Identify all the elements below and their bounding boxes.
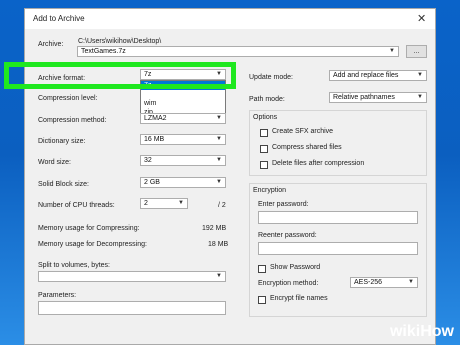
archive-label: Archive:	[38, 41, 64, 48]
mem-compress-value: 192 MB	[202, 225, 227, 232]
split-combo[interactable]: ▼	[38, 271, 226, 282]
close-icon[interactable]: ✕	[417, 12, 426, 25]
chevron-down-icon: ▼	[216, 136, 222, 142]
encryption-method-value: AES-256	[354, 279, 383, 286]
archive-name-combo[interactable]: TextGames.7z ▼	[77, 46, 399, 57]
chevron-down-icon: ▼	[408, 279, 414, 285]
mem-compress-label: Memory usage for Compressing:	[38, 225, 140, 232]
compression-level-label: Compression level:	[38, 95, 98, 102]
chevron-down-icon: ▼	[178, 200, 184, 206]
dictionary-size-combo[interactable]: 16 MB ▼	[140, 134, 226, 145]
cpu-threads-combo[interactable]: 2 ▼	[140, 198, 188, 209]
dialog-title: Add to Archive	[33, 14, 85, 23]
parameters-input[interactable]	[38, 301, 226, 315]
reenter-password-input[interactable]	[258, 242, 418, 255]
path-mode-combo[interactable]: Relative pathnames ▼	[329, 92, 427, 103]
title-bar: Add to Archive ✕	[25, 9, 435, 29]
watermark-how: How	[420, 323, 454, 340]
cpu-threads-value: 2	[144, 200, 148, 207]
watermark-wiki: wiki	[389, 323, 421, 340]
word-size-label: Word size:	[38, 159, 71, 166]
chevron-down-icon: ▼	[389, 48, 395, 54]
delete-checkbox[interactable]	[260, 161, 268, 169]
word-size-value: 32	[144, 157, 152, 164]
path-mode-label: Path mode:	[249, 96, 285, 103]
reenter-password-label: Reenter password:	[258, 232, 317, 239]
sfx-checkbox[interactable]	[260, 129, 268, 137]
mem-decompress-value: 18 MB	[208, 241, 229, 248]
compression-method-combo[interactable]: LZMA2 ▼	[140, 113, 226, 124]
format-option-wim[interactable]: wim	[144, 100, 156, 107]
archive-name-value: TextGames.7z	[81, 48, 126, 55]
cpu-threads-max: / 2	[218, 202, 226, 209]
options-title: Options	[253, 114, 278, 121]
shared-label: Compress shared files	[272, 144, 342, 151]
solid-block-value: 2 GB	[144, 179, 160, 186]
chevron-down-icon: ▼	[216, 273, 222, 279]
archive-path: C:\Users\wikihow\Desktop\	[78, 38, 162, 45]
show-password-label: Show Password	[270, 264, 321, 271]
word-size-combo[interactable]: 32 ▼	[140, 155, 226, 166]
show-password-checkbox[interactable]	[258, 265, 266, 273]
dictionary-size-value: 16 MB	[144, 136, 165, 143]
chevron-down-icon: ▼	[417, 94, 423, 100]
path-mode-value: Relative pathnames	[333, 94, 395, 101]
encryption-method-combo[interactable]: AES-256 ▼	[350, 277, 418, 288]
delete-label: Delete files after compression	[272, 160, 365, 167]
update-mode-label: Update mode:	[249, 74, 293, 81]
compression-method-label: Compression method:	[38, 117, 107, 124]
browse-button[interactable]: ...	[406, 45, 427, 58]
encryption-title: Encryption	[253, 187, 287, 194]
wikihow-watermark: wikiHow	[390, 323, 454, 341]
chevron-down-icon: ▼	[216, 115, 222, 121]
add-to-archive-dialog: Add to Archive ✕ Archive: C:\Users\wikih…	[4, 8, 436, 345]
password-input[interactable]	[258, 211, 418, 224]
encrypt-names-label: Encrypt file names	[270, 295, 328, 302]
options-group: Options Create SFX archive Compress shar…	[249, 110, 427, 176]
enter-password-label: Enter password:	[258, 201, 309, 208]
chevron-down-icon: ▼	[216, 179, 222, 185]
encryption-method-label: Encryption method:	[258, 280, 319, 287]
dictionary-size-label: Dictionary size:	[38, 138, 86, 145]
mem-decompress-label: Memory usage for Decompressing:	[38, 241, 147, 248]
solid-block-label: Solid Block size:	[38, 181, 89, 188]
update-mode-value: Add and replace files	[333, 72, 399, 79]
chevron-down-icon: ▼	[417, 72, 423, 78]
split-label: Split to volumes, bytes:	[38, 262, 110, 269]
encrypt-names-checkbox[interactable]	[258, 296, 266, 304]
encryption-group: Encryption Enter password: Reenter passw…	[249, 183, 427, 317]
chevron-down-icon: ▼	[216, 157, 222, 163]
sfx-label: Create SFX archive	[272, 128, 334, 135]
shared-checkbox[interactable]	[260, 145, 268, 153]
solid-block-combo[interactable]: 2 GB ▼	[140, 177, 226, 188]
cpu-threads-label: Number of CPU threads:	[38, 202, 115, 209]
compression-method-value: LZMA2	[144, 115, 167, 122]
parameters-label: Parameters:	[38, 292, 77, 299]
update-mode-combo[interactable]: Add and replace files ▼	[329, 70, 427, 81]
archive-format-label: Archive format:	[38, 75, 86, 82]
